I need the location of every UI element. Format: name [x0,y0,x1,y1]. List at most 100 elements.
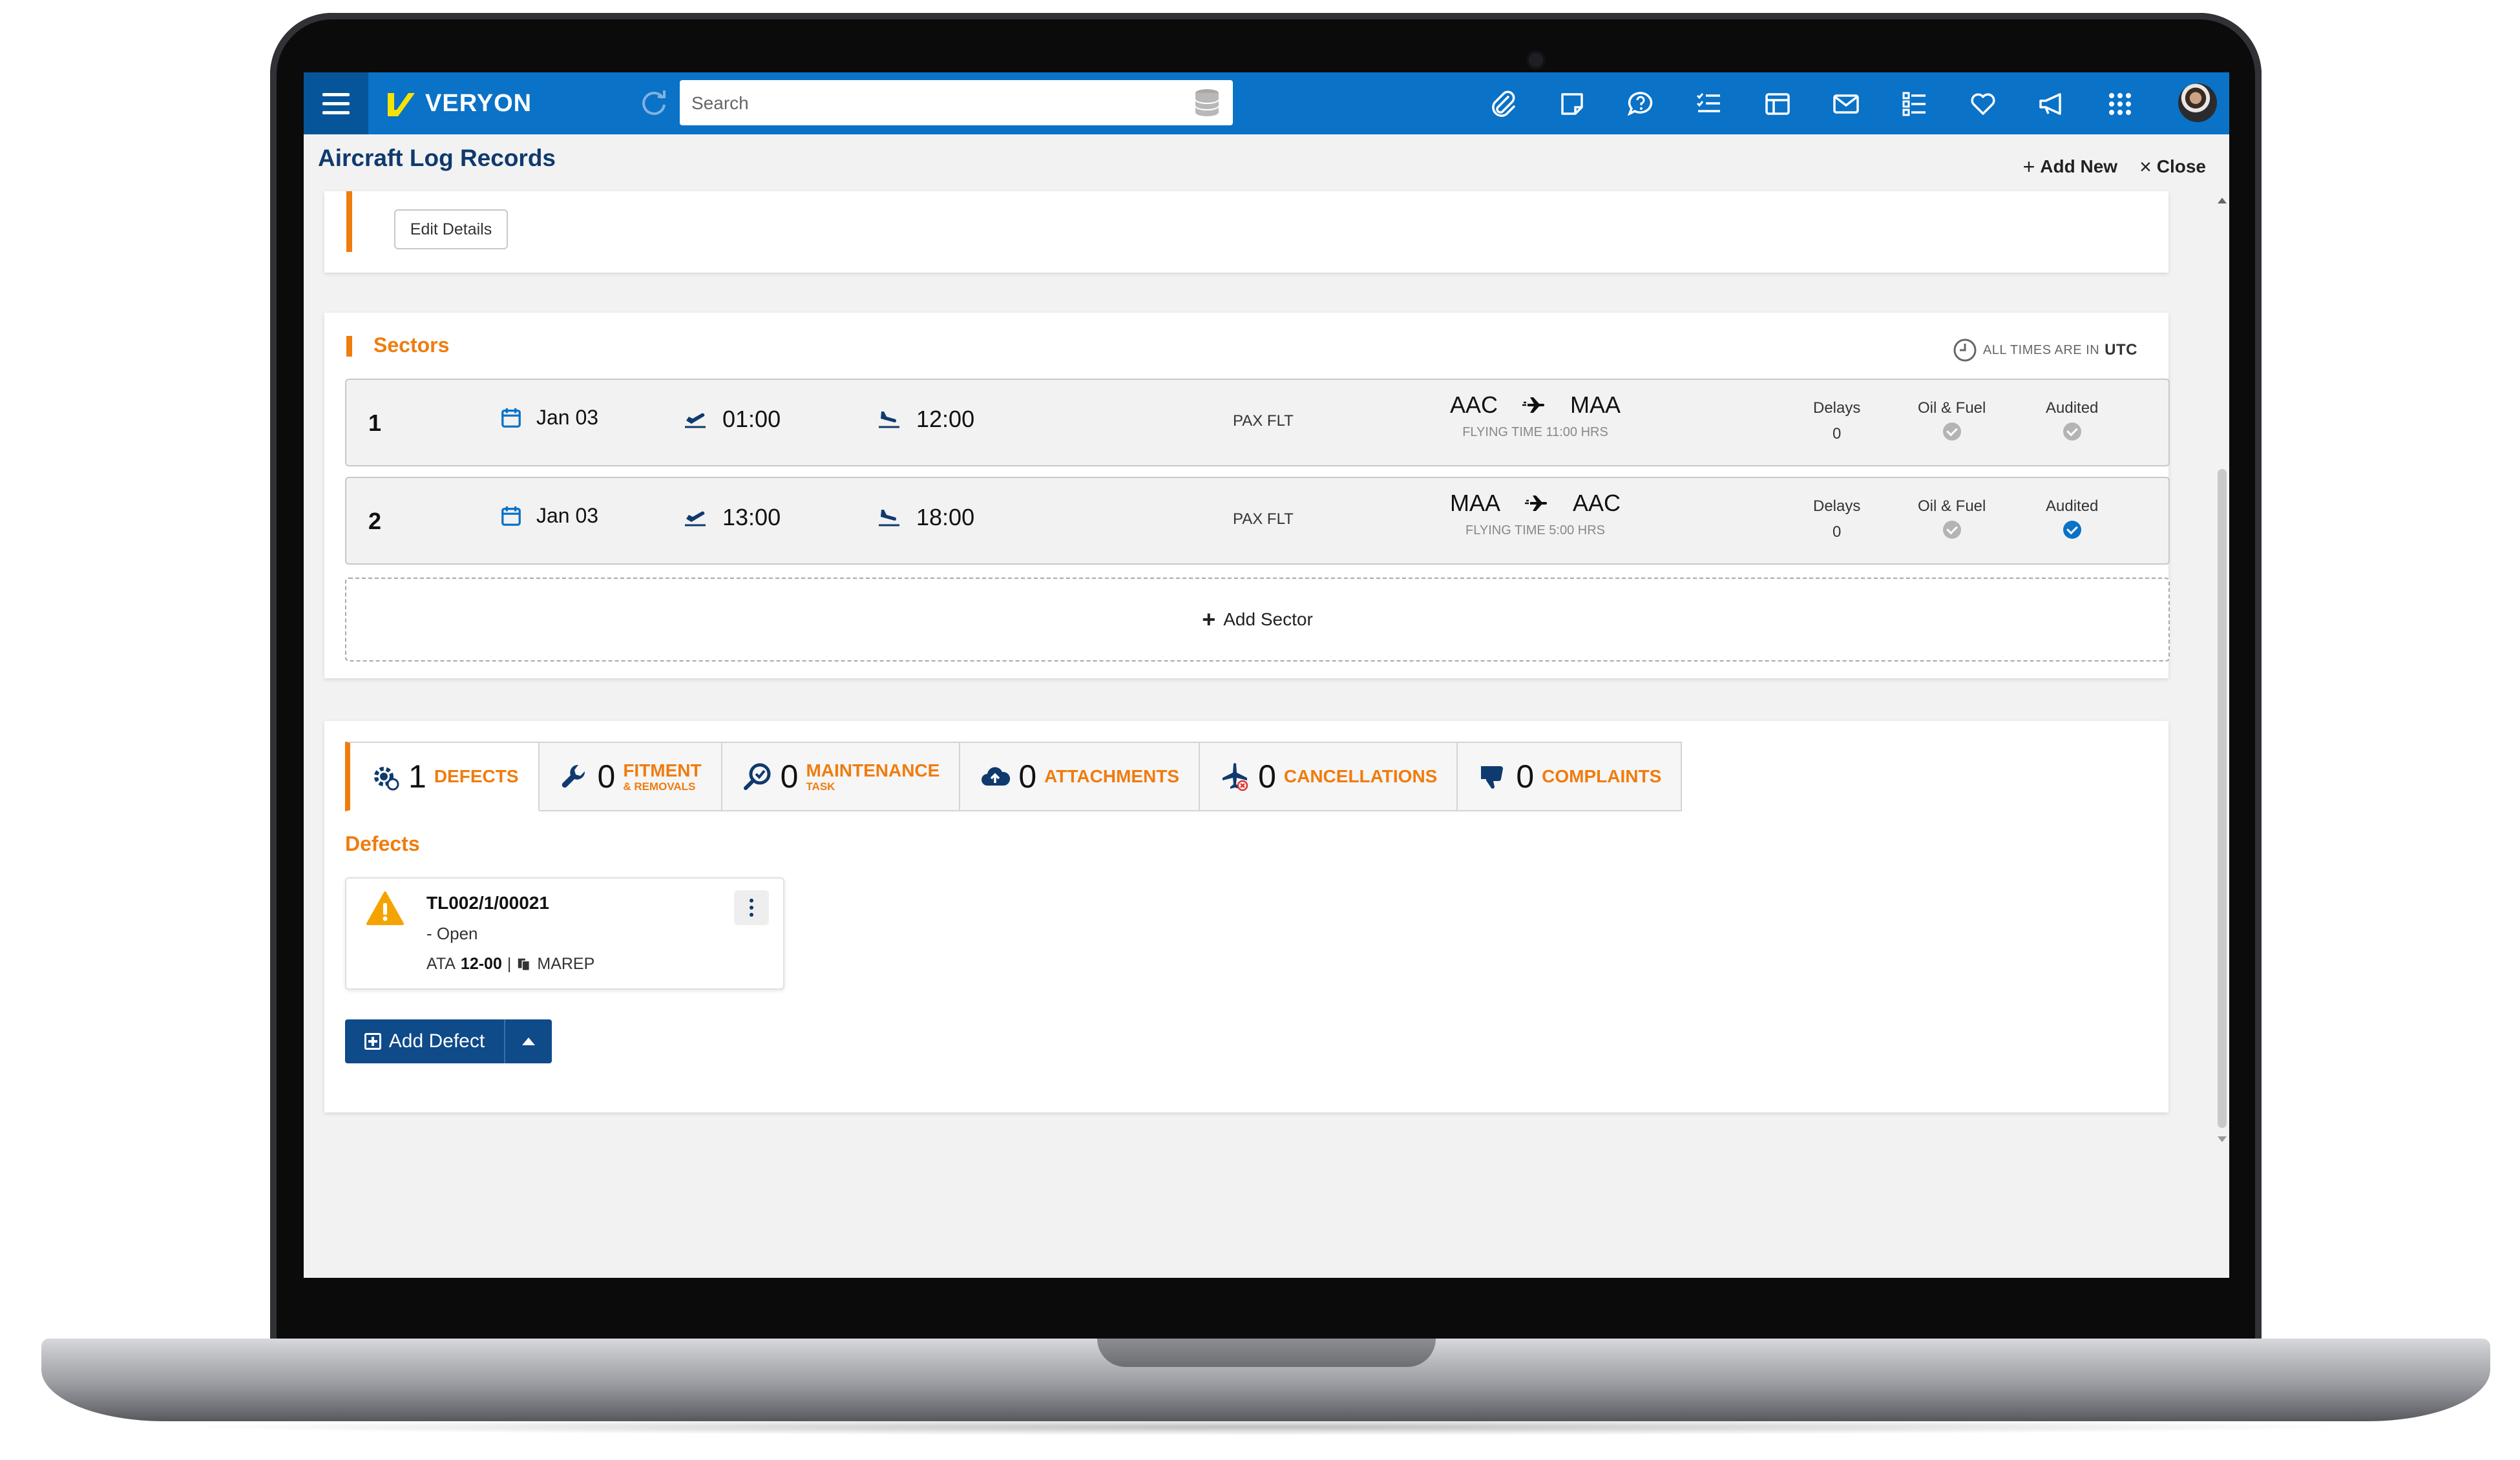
sector-date-value: Jan 03 [536,504,599,527]
tab-attachments[interactable]: 0 ATTACHMENTS [960,742,1201,811]
departure-time: 01:00 [722,406,781,432]
scroll-up-arrow[interactable] [2218,198,2227,203]
screen: VERYON Search Aircraft Log Records + Add… [304,72,2229,1278]
add-defect-button[interactable]: Add Defect [345,1019,504,1063]
megaphone-icon[interactable] [2035,88,2068,120]
documents-icon [518,958,530,971]
brand-name: VERYON [425,89,532,117]
tab-maintenance-task[interactable]: 0 MAINTENANCE TASK [722,742,961,811]
paperclip-icon[interactable] [1487,88,1520,120]
close-button[interactable]: × Close [2139,156,2206,177]
sectors-title: Sectors [373,333,450,357]
apps-grid-icon[interactable] [2104,88,2136,120]
audited-check-icon[interactable] [2063,422,2081,441]
landing-icon [879,412,899,428]
camera [1529,53,1543,67]
section-marker [346,336,352,357]
header-actions: + Add New × Close [2023,156,2206,177]
route: MAA AAC FLYING TIME 5:00 HRS [1441,490,1630,538]
add-new-button[interactable]: + Add New [2023,156,2117,177]
ata-label: ATA [426,955,456,973]
scrollbar[interactable] [2215,191,2229,1147]
records-card: 1 DEFECTS 0 FITMENT & REMOVALS 0 MAINTENA… [324,721,2168,1112]
utc-value: UTC [2105,341,2137,359]
sector-row[interactable]: 2 Jan 03 13:00 18:00 PAX FLT MAA AAC FLY… [345,477,2170,565]
page-title: Aircraft Log Records [318,145,556,171]
route-destination: AAC [1572,490,1621,516]
add-defect-group: Add Defect [345,1019,552,1063]
wrench-icon [562,764,585,788]
add-sector-button[interactable]: + Add Sector [345,578,2170,662]
add-defect-dropdown[interactable] [504,1019,552,1063]
route-origin: MAA [1449,490,1500,516]
checklist-icon[interactable] [1693,88,1725,120]
sector-arrival: 12:00 [876,406,974,433]
avatar[interactable] [2176,81,2219,124]
plus-square-icon [364,1033,381,1050]
flight-type: PAX FLT [1233,412,1294,430]
tab-defects[interactable]: 1 DEFECTS [345,742,540,811]
cloud-upload-icon [982,767,1011,786]
audited-check-icon[interactable] [2063,521,2081,539]
tab-label: ATTACHMENTS [1044,766,1180,786]
page-header: Aircraft Log Records + Add New × Close [304,134,2229,191]
tab-cancellations[interactable]: 0 CANCELLATIONS [1200,742,1458,811]
sector-departure: 01:00 [682,406,781,433]
arrival-time: 18:00 [916,504,975,530]
add-sector-label: Add Sector [1223,609,1313,629]
menu-icon[interactable] [304,72,368,134]
delays-label: Delays [1813,497,1861,515]
tab-label: DEFECTS [434,766,519,786]
oil-fuel-label: Oil & Fuel [1918,399,1986,417]
help-chat-icon[interactable] [1624,88,1657,120]
refresh-icon[interactable] [638,88,669,119]
audited-label: Audited [2046,497,2099,515]
sector-date-value: Jan 03 [536,406,599,429]
defect-card[interactable]: TL002/1/00021 - Open ATA 12-00 | MAREP [345,877,784,990]
defect-type: MAREP [537,955,595,973]
sector-number: 2 [368,508,382,534]
search-input[interactable] [680,80,1184,127]
sector-date: Jan 03 [500,504,598,528]
scroll-thumb[interactable] [2218,469,2227,1128]
edit-details-button[interactable]: Edit Details [394,209,508,249]
tab-complaints[interactable]: 0 COMPLAINTS [1458,742,1683,811]
section-marker [346,191,352,252]
layout-icon[interactable] [1761,88,1794,120]
tab-label: CANCELLATIONS [1283,766,1438,786]
search-check-icon [743,763,771,790]
gear-icon [374,767,399,791]
more-options-icon[interactable] [734,890,769,925]
route-destination: MAA [1570,391,1621,418]
list-settings-icon[interactable] [1898,88,1931,120]
thumbs-down-icon [1481,766,1504,789]
heart-icon[interactable] [1967,88,1999,120]
oil-fuel-check-icon[interactable] [1942,422,1961,441]
close-icon: × [2139,155,2152,178]
departure-time: 13:00 [722,504,781,530]
warning-icon [366,892,404,925]
delays-value: 0 [1832,523,1842,541]
landing-icon [879,510,899,527]
tab-label: COMPLAINTS [1542,766,1662,786]
caret-up-icon [522,1038,535,1045]
toolbar-icons [1487,88,2172,120]
mail-icon[interactable] [1830,88,1862,120]
flight-type: PAX FLT [1233,510,1294,528]
scroll-down-arrow[interactable] [2218,1136,2227,1142]
utc-note: All times are in UTC [1952,337,2137,363]
veryon-logo-icon [388,93,415,116]
sticky-note-icon[interactable] [1556,88,1588,120]
flying-time: FLYING TIME 5:00 HRS [1465,523,1605,537]
sector-row[interactable]: 1 Jan 03 01:00 12:00 PAX FLT AAC MAA FLY… [345,379,2170,466]
sector-arrival: 18:00 [876,504,974,531]
takeoff-icon [685,413,706,428]
oil-fuel-check-icon[interactable] [1942,521,1961,539]
database-icon[interactable] [1193,88,1221,118]
route: AAC MAA FLYING TIME 11:00 HRS [1441,391,1630,440]
logo[interactable]: VERYON [385,84,532,123]
calendar-icon [501,408,521,428]
tab-fitment[interactable]: 0 FITMENT & REMOVALS [539,742,722,811]
defect-status: - Open [426,924,478,943]
delays-stat: Delays 0 [1813,399,1860,443]
